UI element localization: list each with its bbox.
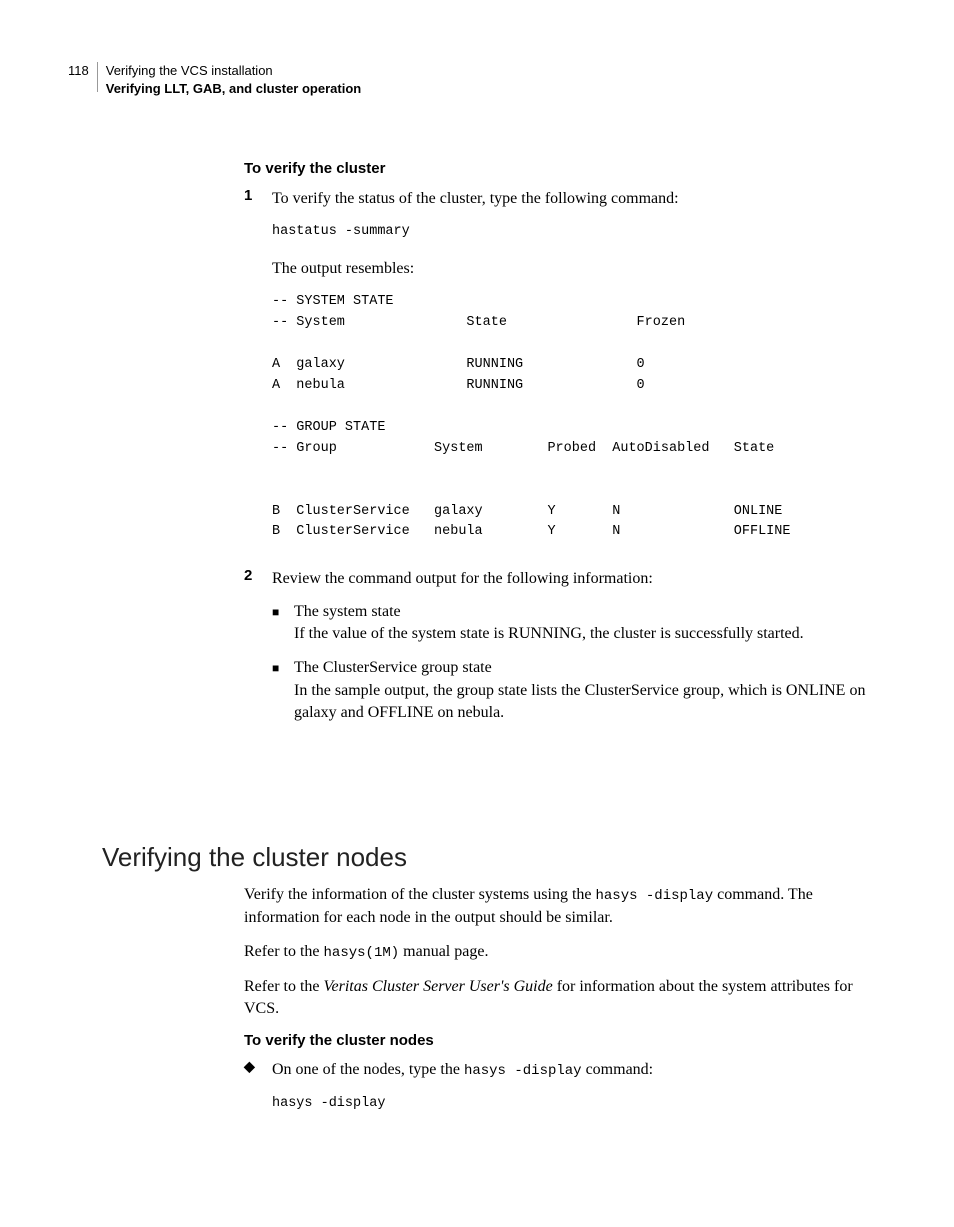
header-chapter: Verifying the VCS installation: [106, 62, 361, 80]
output-block: -- SYSTEM STATE -- System State Frozen A…: [272, 292, 870, 543]
heading-level-2: Verifying the cluster nodes: [102, 842, 407, 873]
step-2: 2 Review the command output for the foll…: [244, 567, 870, 736]
inline-code: hasys -display: [464, 1063, 582, 1079]
paragraph: Refer to the Veritas Cluster Server User…: [244, 976, 870, 1021]
paragraph: Verify the information of the cluster sy…: [244, 884, 870, 929]
content-section-1: To verify the cluster 1 To verify the st…: [244, 160, 870, 747]
step-number: 2: [244, 567, 272, 736]
bullet-step: ◆ On one of the nodes, type the hasys -d…: [244, 1059, 870, 1129]
content-section-2: Verify the information of the cluster sy…: [244, 884, 870, 1139]
bullet-body: The ClusterService group state In the sa…: [294, 657, 870, 724]
page-header: 118 Verifying the VCS installation Verif…: [68, 62, 361, 97]
output-label: The output resembles:: [272, 257, 870, 280]
step-text: Review the command output for the follow…: [272, 567, 870, 590]
bullet-body: The system state If the value of the sys…: [294, 601, 870, 646]
bullet-title: The system state: [294, 601, 870, 623]
command-block: hasys -display: [272, 1094, 870, 1115]
step-body: Review the command output for the follow…: [272, 567, 870, 736]
step-number: 1: [244, 187, 272, 557]
diamond-bullet-icon: ◆: [244, 1059, 272, 1129]
header-divider: [97, 62, 98, 92]
step-text: To verify the status of the cluster, typ…: [272, 187, 870, 210]
bullet-item: ■ The ClusterService group state In the …: [272, 657, 870, 724]
bullet-item: ■ The system state If the value of the s…: [272, 601, 870, 646]
paragraph: Refer to the hasys(1M) manual page.: [244, 941, 870, 964]
inline-code: hasys(1M): [324, 945, 400, 961]
bullet-desc: In the sample output, the group state li…: [294, 680, 870, 725]
command-block: hastatus -summary: [272, 222, 870, 243]
bullet-desc: If the value of the system state is RUNN…: [294, 623, 870, 645]
step-text: On one of the nodes, type the hasys -dis…: [272, 1059, 870, 1082]
procedure-title: To verify the cluster: [244, 160, 870, 177]
header-section: Verifying LLT, GAB, and cluster operatio…: [106, 80, 361, 98]
procedure-title: To verify the cluster nodes: [244, 1032, 870, 1049]
square-bullet-icon: ■: [272, 657, 294, 724]
step-1: 1 To verify the status of the cluster, t…: [244, 187, 870, 557]
step-body: To verify the status of the cluster, typ…: [272, 187, 870, 557]
header-text: Verifying the VCS installation Verifying…: [106, 62, 361, 97]
bullet-title: The ClusterService group state: [294, 657, 870, 679]
step-body: On one of the nodes, type the hasys -dis…: [272, 1059, 870, 1129]
page-number: 118: [68, 62, 97, 80]
book-title: Veritas Cluster Server User's Guide: [324, 978, 553, 995]
inline-code: hasys -display: [595, 888, 713, 904]
square-bullet-icon: ■: [272, 601, 294, 646]
